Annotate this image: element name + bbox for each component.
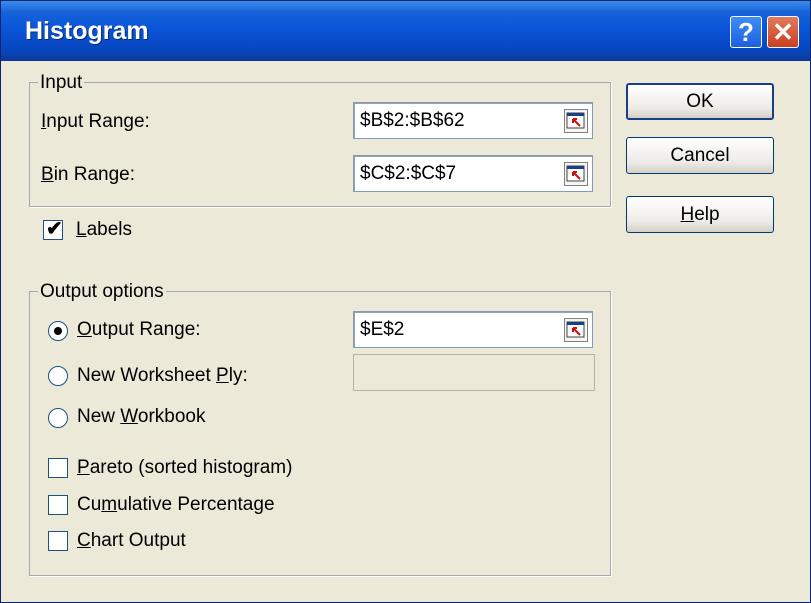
new-worksheet-ply-label[interactable]: New Worksheet Ply:: [77, 365, 248, 387]
labels-label[interactable]: Labels: [76, 219, 132, 241]
chart-output-label[interactable]: Chart Output: [77, 530, 186, 552]
output-range-value: $E$2: [360, 319, 405, 340]
new-workbook-radio[interactable]: [48, 408, 68, 428]
input-range-value: $B$2:$B$62: [360, 110, 465, 131]
title-bar[interactable]: Histogram ? ✕: [1, 1, 810, 61]
bin-range-label: Bin Range:: [41, 164, 136, 185]
new-worksheet-ply-radio[interactable]: [48, 366, 68, 386]
input-legend: Input: [38, 72, 85, 94]
output-options-legend: Output options: [38, 281, 166, 303]
chart-output-checkbox[interactable]: [48, 531, 68, 551]
labels-checkbox[interactable]: ✔: [43, 218, 63, 240]
collapse-dialog-icon[interactable]: [564, 318, 588, 342]
help-button[interactable]: Help: [626, 196, 774, 233]
input-range-field[interactable]: $B$2:$B$62: [353, 102, 593, 139]
dialog-body: Input Input Range: $B$2:$B$62 Bin Range:…: [1, 61, 810, 602]
radio-selected-dot: [54, 327, 62, 335]
bin-range-value: $C$2:$C$7: [360, 163, 457, 184]
help-icon[interactable]: ?: [730, 16, 762, 48]
bin-range-field[interactable]: $C$2:$C$7: [353, 155, 593, 192]
output-range-field[interactable]: $E$2: [353, 311, 593, 348]
new-workbook-label[interactable]: New Workbook: [77, 406, 206, 428]
input-range-label: Input Range:: [41, 111, 150, 132]
pareto-checkbox[interactable]: [48, 458, 68, 478]
pareto-label[interactable]: Pareto (sorted histogram): [77, 457, 292, 479]
histogram-dialog: Histogram ? ✕ Input Input Range: $B$2:$B…: [0, 0, 811, 603]
output-range-label[interactable]: Output Range:: [77, 319, 201, 341]
cumulative-percentage-label[interactable]: Cumulative Percentage: [77, 494, 275, 516]
collapse-dialog-icon[interactable]: [564, 109, 588, 133]
close-icon[interactable]: ✕: [767, 16, 799, 48]
ok-button[interactable]: OK: [626, 83, 774, 120]
check-icon: ✔: [46, 218, 63, 240]
dialog-title: Histogram: [25, 17, 149, 45]
cancel-button[interactable]: Cancel: [626, 137, 774, 174]
cumulative-percentage-checkbox[interactable]: [48, 495, 68, 515]
output-range-radio[interactable]: [48, 321, 68, 341]
collapse-dialog-icon[interactable]: [564, 162, 588, 186]
new-worksheet-ply-field[interactable]: [353, 354, 595, 391]
